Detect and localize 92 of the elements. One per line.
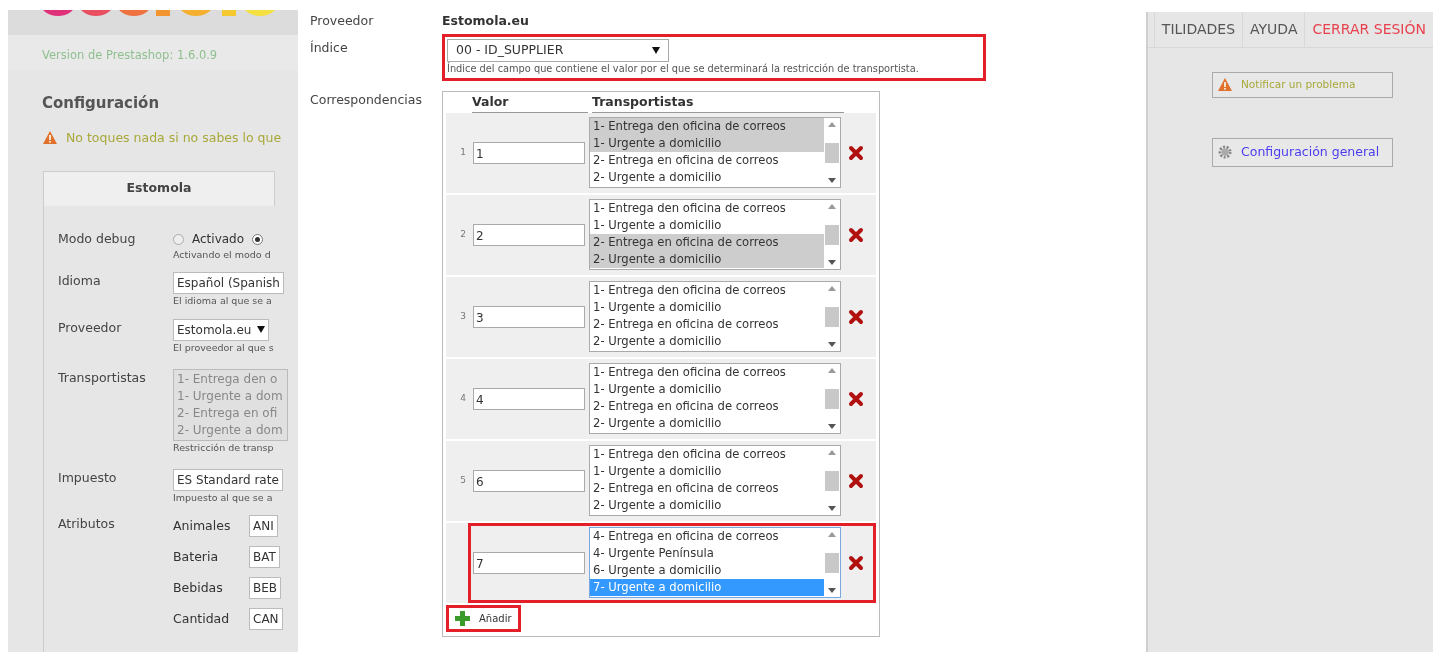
listbox-option[interactable]: 1- Urgente a domicilio (590, 463, 824, 481)
help-text: El proveedor al que s (173, 340, 275, 355)
radio-button[interactable] (173, 233, 184, 245)
row-number: 3 (459, 310, 467, 324)
nav-link[interactable]: TILIDADES (1153, 12, 1243, 47)
select-field[interactable]: BEB (249, 577, 282, 600)
input-field[interactable]: 6 (473, 469, 585, 492)
gear-icon (1217, 144, 1233, 161)
listbox[interactable]: 4- Entrega en oficina de correos 4- Urgente Península 6- Urgente a domicilio 7- Urgente a domicilio (589, 527, 841, 599)
delete-icon (848, 554, 864, 571)
select-field[interactable]: BAT (249, 546, 280, 569)
field-label: Modo debug (58, 230, 137, 248)
row-number: 2 (459, 228, 467, 242)
select-field[interactable]: ANI (249, 515, 278, 538)
help-text: Activando el modo d (173, 248, 272, 262)
listbox-option[interactable]: 4- Entrega en oficina de correos (590, 528, 824, 546)
column-header: Valor (472, 93, 588, 113)
listbox-option[interactable]: 2- Urgente a domicilio (590, 251, 824, 269)
listbox-option[interactable]: 1- Urgente a domicilio (590, 135, 824, 153)
listbox-option[interactable]: 1- Urgente a domicilio (590, 299, 824, 317)
input-field[interactable]: 4 (473, 387, 585, 410)
row-number: 5 (459, 474, 467, 488)
listbox-option[interactable]: 2- Entrega en oficina de correos (590, 316, 824, 334)
row-number: 1 (459, 146, 467, 160)
listbox-option[interactable]: 2- Urgente a domicilio (590, 415, 824, 433)
warning-text: No toques nada si no sabes lo que (66, 128, 282, 147)
delete-icon (848, 390, 864, 407)
tab[interactable]: Estomola (43, 171, 275, 206)
listbox[interactable]: 1- Entrega den oficina de correos 1- Urgente a domicilio 2- Entrega en oficina de correos 2- Urgente a domicilio (589, 117, 841, 189)
listbox-option[interactable]: 2- Entrega en oficina de correos (590, 480, 824, 498)
listbox-option[interactable]: 2- Urgente a domicilio (590, 333, 824, 351)
field-label: Correspondencias (310, 91, 423, 110)
listbox-option[interactable]: 1- Urgente a domicilio (590, 381, 824, 399)
field-label: Proveedor (310, 12, 375, 30)
listbox-option[interactable]: 1- Entrega den oficina de correos (590, 446, 824, 464)
delete-icon (848, 308, 864, 325)
field-label: Atributos (58, 515, 116, 534)
field-label: Idioma (58, 272, 102, 291)
add-button[interactable]: Añadir (446, 604, 521, 632)
listbox-option[interactable]: 1- Entrega den oficina de correos (590, 200, 824, 218)
listbox-option[interactable]: 1- Entrega den oficina de correos (590, 118, 824, 136)
delete-icon (848, 144, 864, 161)
help-text: Impuesto al que se a (173, 491, 274, 505)
select-field[interactable]: ES Standard rate (173, 469, 283, 491)
help-text: Índice del campo que contiene el valor por el que se determinará la restricción de transportista. (447, 61, 919, 76)
attribute-label: Animales (173, 516, 232, 535)
input-field[interactable]: 3 (473, 305, 585, 328)
radio-button[interactable] (252, 233, 264, 245)
help-text: El idioma al que se a (173, 294, 273, 309)
field-label: Impuesto (58, 469, 118, 487)
listbox[interactable]: 1- Entrega den oficina de correos 1- Urgente a domicilio 2- Entrega en oficina de correos 2- Urgente a domicilio (589, 281, 841, 353)
listbox-option[interactable]: 2- Urgente a domicilio (590, 497, 824, 515)
radio-label: Activado (192, 231, 245, 248)
listbox-option[interactable]: 4- Urgente Península (590, 545, 824, 563)
listbox-option[interactable]: 1- Entrega den oficina de correos (590, 364, 824, 382)
caret-icon (257, 326, 266, 333)
listbox-option[interactable]: 2- Entrega en oficina de correos (590, 398, 824, 416)
field-label: Proveedor (58, 318, 123, 337)
help-text: Restricción de transp (173, 440, 275, 455)
select-field[interactable]: CAN (249, 608, 283, 631)
nav-link[interactable]: AYUDA (1242, 12, 1305, 47)
listbox[interactable]: 1- Entrega den oficina de correos 1- Urgente a domicilio 2- Entrega en oficina de correos 2- Urgente a domicilio (589, 199, 841, 271)
listbox-option[interactable]: 2- Entrega en oficina de correos (590, 234, 824, 252)
listbox-option[interactable]: 1- Urgente a domicilio (590, 217, 824, 235)
column-header: Transportistas (592, 93, 844, 113)
select-field[interactable]: 00 - ID_SUPPLIER (447, 38, 669, 62)
toolbar-button[interactable]: Configuración general (1212, 137, 1393, 167)
warning-icon (42, 130, 58, 146)
attribute-label: Bebidas (173, 578, 224, 597)
select-field[interactable]: Estomola.eu (173, 318, 270, 341)
delete-icon (848, 226, 864, 243)
listbox-option[interactable]: 6- Urgente a domicilio (590, 562, 824, 580)
caret-icon (652, 46, 660, 54)
listbox[interactable]: 1- Entrega den oficina de correos 1- Urgente a domicilio 2- Entrega en oficina de correos 2- Urgente a domicilio (589, 363, 841, 435)
input-field[interactable]: 1 (473, 141, 585, 164)
field-label: Índice (310, 38, 349, 57)
field-label: Transportistas (58, 368, 147, 387)
attribute-label: Bateria (173, 547, 220, 566)
supplier-value: Estomola.eu (442, 12, 529, 30)
listbox-option[interactable]: 1- Entrega den oficina de correos (590, 282, 824, 300)
plus-icon (455, 610, 470, 626)
delete-icon (848, 472, 864, 489)
input-field[interactable]: 7 (473, 551, 585, 574)
listbox[interactable]: 1- Entrega den oficina de correos 1- Urgente a domicilio 2- Entrega en oficina de correos 2- Urgente a domicilio (589, 445, 841, 517)
input-field[interactable]: 2 (473, 223, 585, 246)
listbox-option[interactable]: 2- Urgente a domicilio (590, 169, 824, 187)
listbox-option[interactable]: 2- Entrega en oficina de correos (590, 152, 824, 170)
section-heading: Configuración (42, 93, 161, 114)
select-field[interactable]: Español (Spanish (173, 272, 284, 295)
row-number: 4 (459, 392, 467, 406)
attribute-label: Cantidad (173, 609, 231, 628)
warning-icon (1217, 77, 1233, 93)
